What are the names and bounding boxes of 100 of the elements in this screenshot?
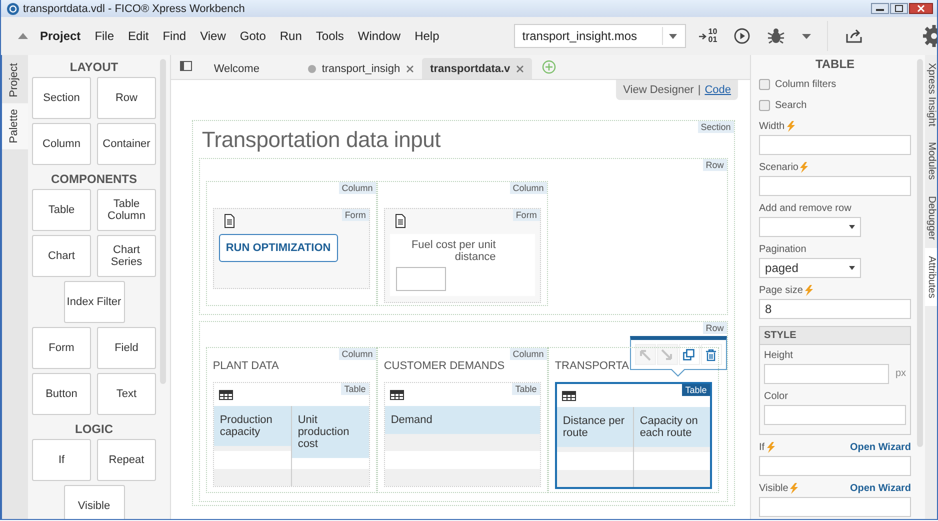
menu-item[interactable]: Window — [358, 29, 401, 43]
palette-item[interactable]: Repeat — [97, 439, 156, 481]
close-icon[interactable] — [406, 64, 414, 72]
palette-item[interactable]: Index Filter — [64, 281, 124, 323]
side-tab[interactable]: Xpress Insight — [925, 55, 937, 134]
row-container[interactable]: Row Column PLANT DATA Table Production capacity Unit production cost Column CUSTOMER DEMANDS Table Demand TRANSPORTA Table Distance per route Capacity on each route — [198, 321, 728, 502]
menu-item[interactable]: Goto — [240, 29, 266, 43]
editor-tab[interactable]: Welcome — [206, 58, 300, 79]
scrollbar-thumb[interactable] — [917, 59, 924, 447]
play-icon[interactable] — [734, 28, 750, 44]
form-container[interactable]: Form RUN OPTIMIZATION — [212, 208, 370, 289]
input-field[interactable] — [759, 135, 912, 155]
side-tab[interactable]: Modules — [925, 134, 937, 188]
field-label: Add and remove row — [759, 203, 852, 214]
section-container[interactable] — [192, 120, 735, 506]
table-component[interactable]: Table Production capacity Unit production cost — [212, 382, 370, 487]
palette-item[interactable]: Section — [32, 77, 91, 119]
bug-icon[interactable] — [767, 27, 786, 45]
dropdown[interactable]: paged — [759, 258, 862, 278]
field-label: If — [759, 442, 765, 453]
column-container[interactable]: Column Form RUN OPTIMIZATION — [206, 181, 377, 306]
palette-item[interactable]: Chart — [32, 235, 91, 277]
menu-item[interactable]: Edit — [128, 29, 149, 43]
toolbar-button[interactable] — [678, 344, 700, 365]
editor-tab[interactable]: transportdata.v — [422, 58, 532, 79]
input-field[interactable] — [759, 497, 912, 517]
menu-item[interactable]: Help — [414, 29, 440, 43]
menu-item[interactable]: Tools — [316, 29, 344, 43]
input-field[interactable] — [759, 456, 912, 476]
palette-item[interactable]: Field — [97, 327, 156, 369]
run-optimization-button[interactable]: RUN OPTIMIZATION — [218, 234, 338, 262]
document-icon — [224, 214, 235, 228]
input-field[interactable] — [764, 405, 906, 425]
palette-item[interactable]: Chart Series — [97, 235, 156, 277]
column-header: Unit production cost — [292, 406, 369, 458]
row-container[interactable]: Row Column Form RUN OPTIMIZATION Column Form Fuel cost per unit distance — [198, 158, 728, 315]
input-field[interactable] — [764, 364, 890, 384]
menu-item[interactable]: Find — [162, 29, 186, 43]
input-field[interactable] — [759, 176, 912, 196]
table-component[interactable]: Table Demand — [384, 382, 541, 487]
palette-item[interactable]: Table — [32, 189, 91, 231]
side-tab[interactable]: Palette — [2, 103, 28, 150]
field-label: Page size — [759, 285, 803, 296]
duplicate-icon — [683, 348, 696, 360]
dropdown[interactable] — [759, 217, 862, 237]
dropdown-caret-icon[interactable] — [802, 34, 812, 38]
field-label: Pagination — [759, 244, 806, 255]
page-title: Transportation data input — [200, 126, 441, 154]
column-container[interactable]: TRANSPORTA Table Distance per route Capacity on each route — [548, 347, 719, 493]
palette-item[interactable]: Row — [97, 77, 156, 119]
column-container[interactable]: Column CUSTOMER DEMANDS Table Demand — [376, 347, 548, 493]
palette-item[interactable]: Button — [32, 373, 91, 415]
side-tab[interactable]: Attributes — [925, 248, 937, 306]
step-button[interactable]: 10 01 — [699, 28, 718, 44]
palette-item[interactable]: Container — [97, 123, 156, 165]
dropdown-caret-icon — [849, 225, 856, 229]
palette-item[interactable]: Column — [32, 123, 91, 165]
column-container[interactable]: Column PLANT DATA Table Production capacity Unit production cost — [206, 347, 377, 493]
menu-item[interactable]: File — [94, 29, 114, 43]
minimize-icon[interactable] — [871, 3, 889, 14]
table-component[interactable]: Table Distance per route Capacity on each route — [554, 382, 712, 489]
callout-pointer-icon — [671, 369, 686, 377]
sidebar-toggle-icon[interactable] — [180, 61, 192, 71]
export-icon[interactable] — [846, 29, 862, 43]
palette-item[interactable]: If — [32, 439, 91, 481]
scrollbar-thumb[interactable] — [160, 59, 166, 384]
maximize-icon[interactable] — [890, 3, 908, 14]
open-wizard-link[interactable]: Open Wizard — [850, 442, 912, 453]
settings-icon[interactable] — [923, 25, 937, 47]
code-link[interactable]: Code — [704, 84, 732, 96]
field-label: Column filters — [775, 79, 836, 90]
trash-icon — [705, 348, 718, 360]
palette-item[interactable]: Visible — [64, 485, 124, 519]
perspective-menu[interactable]: Project — [40, 29, 81, 43]
element-tag: Row — [702, 322, 727, 334]
input-field[interactable]: 8 — [759, 299, 912, 319]
checkbox[interactable] — [759, 100, 770, 111]
menu-item[interactable]: View — [200, 29, 226, 43]
menu-item[interactable]: Run — [280, 29, 302, 43]
input-field[interactable] — [396, 267, 446, 291]
side-tab[interactable]: Project — [2, 57, 28, 104]
element-tag: Table — [341, 383, 369, 395]
column-header: Demand — [384, 406, 540, 434]
side-tab[interactable]: Debugger — [925, 188, 937, 248]
palette-item[interactable]: Form — [32, 327, 91, 369]
column-container[interactable]: Column Form Fuel cost per unit distance — [376, 181, 548, 306]
run-config-dropdown[interactable]: transport_insight.mos — [514, 24, 686, 48]
collapse-icon[interactable] — [18, 33, 28, 39]
form-container[interactable]: Form Fuel cost per unit distance — [384, 208, 541, 303]
checkbox[interactable] — [759, 79, 770, 90]
palette-heading: COMPONENTS — [50, 171, 138, 188]
add-tab-icon[interactable] — [542, 60, 556, 74]
palette-item[interactable]: Table Column — [97, 189, 156, 231]
editor-tab[interactable]: transport_insigh — [300, 58, 422, 79]
open-wizard-link[interactable]: Open Wizard — [850, 483, 912, 494]
column-header: Distance per route — [556, 407, 633, 447]
palette-item[interactable]: Text — [97, 373, 156, 415]
close-icon[interactable] — [909, 3, 933, 14]
toolbar-button[interactable] — [700, 344, 722, 365]
element-tag: Column — [338, 348, 376, 360]
